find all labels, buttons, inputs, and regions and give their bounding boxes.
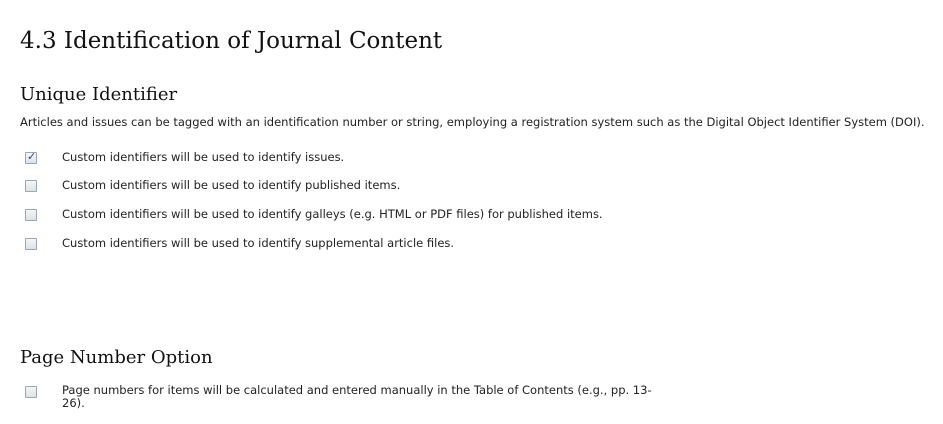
page-title: 4.3 Identification of Journal Content — [20, 28, 443, 54]
issue-identifier-label: Custom identifiers will be used to ident… — [62, 150, 345, 164]
supplemental-file-identifier-checkbox[interactable]: ✓ — [25, 238, 37, 250]
page-number-checkbox[interactable]: ✓ — [25, 386, 37, 398]
page-number-label: Page numbers for items will be calculate… — [62, 383, 652, 410]
issue-identifier-checkbox[interactable]: ✓ — [25, 150, 37, 164]
published-item-identifier-label: Custom identifiers will be used to ident… — [62, 178, 401, 192]
supplemental-file-identifier-label: Custom identifiers will be used to ident… — [62, 236, 455, 250]
galley-identifier-checkbox[interactable]: ✓ — [25, 209, 37, 221]
unique-identifier-heading: Unique Identifier — [20, 84, 178, 105]
unique-identifier-description: Articles and issues can be tagged with a… — [20, 115, 925, 129]
journal-setup-page: 4.3 Identification of Journal Content Un… — [0, 0, 943, 424]
published-item-identifier-checkbox[interactable]: ✓ — [25, 180, 37, 192]
checkmark-icon: ✓ — [27, 150, 37, 163]
galley-identifier-label: Custom identifiers will be used to ident… — [62, 207, 603, 221]
page-number-option-heading: Page Number Option — [20, 347, 213, 368]
